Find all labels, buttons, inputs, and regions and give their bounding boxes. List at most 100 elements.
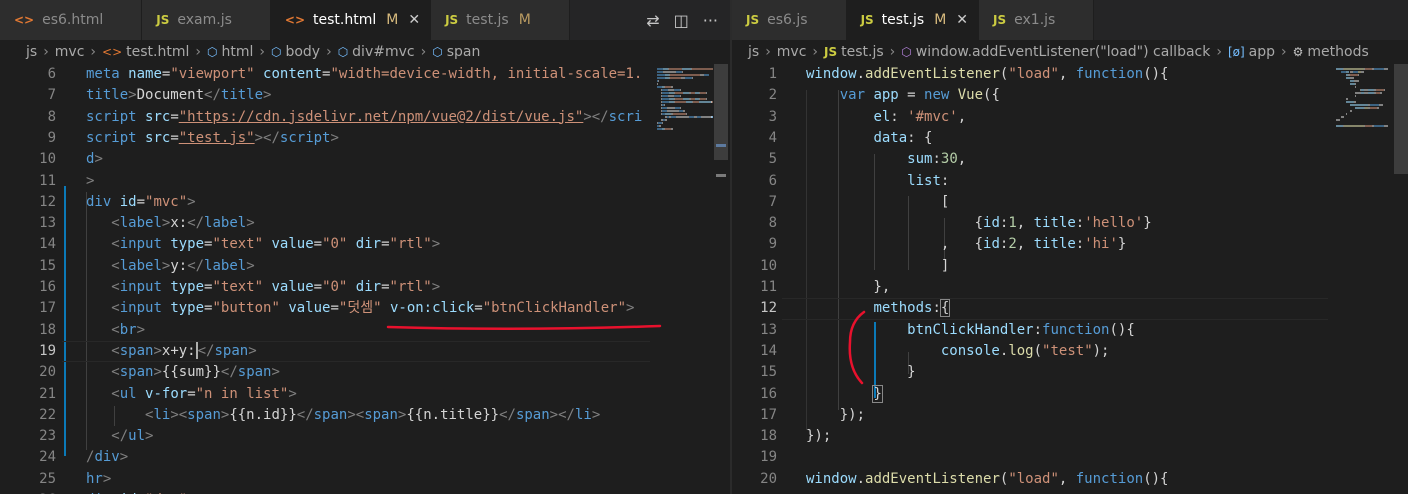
scrollbar-marker <box>716 174 726 177</box>
code-token: input <box>119 279 171 295</box>
code-token: "button" <box>212 300 289 317</box>
code-token: < <box>111 385 120 402</box>
breadcrumb-item[interactable]: ⬡ div#mvc › <box>338 44 433 60</box>
tab-test-html[interactable]: <> test.html M ✕ <box>270 0 432 40</box>
code-token: , { <box>806 236 984 253</box>
code-token: , <box>1058 66 1076 82</box>
line-number: 10 <box>39 151 56 168</box>
breadcrumb-label: span <box>446 44 481 60</box>
code-token: [ <box>806 193 950 210</box>
minimap[interactable] <box>655 64 715 494</box>
close-icon[interactable]: ✕ <box>956 12 968 28</box>
minimap-line <box>706 92 708 94</box>
line-number: 5 <box>768 151 777 168</box>
breadcrumb-item[interactable]: [ø] app › <box>1228 44 1293 60</box>
breadcrumb-item[interactable]: JS test.js › <box>824 44 901 60</box>
tab-exam-js[interactable]: JS exam.js <box>142 0 271 40</box>
code-token: content <box>263 66 323 82</box>
code-line: 1 window.addEventListener("load", functio… <box>732 64 1408 85</box>
tab-label: test.html <box>313 12 377 28</box>
breadcrumb-item[interactable]: ⬡ span <box>432 44 480 60</box>
code-token: Document <box>136 87 205 104</box>
code-text: }, <box>806 277 890 298</box>
minimap[interactable] <box>1334 64 1394 494</box>
minimap-line <box>679 107 681 109</box>
line-number: 2 <box>768 87 777 104</box>
minimap-line <box>1350 110 1352 112</box>
code-text: /div> <box>86 447 128 468</box>
code-token: "test.js" <box>178 129 255 146</box>
code-text: , {id:2, title:'hi'} <box>806 234 1127 255</box>
tab-es6-html[interactable]: <> es6.html <box>0 0 143 40</box>
breadcrumb-item[interactable]: ⬡ html › <box>207 44 271 60</box>
code-token: 'hello' <box>1084 215 1144 232</box>
tab-test-js[interactable]: JS test.js M <box>431 0 570 40</box>
breadcrumb-label: test.html <box>126 44 190 60</box>
minimap-line <box>1350 104 1369 106</box>
code-token: : <box>1075 236 1085 253</box>
tab-test-js[interactable]: JS test.js M ✕ <box>846 0 980 40</box>
code-token: span <box>515 406 550 423</box>
code-token: window <box>806 66 857 82</box>
vertical-scrollbar[interactable] <box>1394 64 1408 494</box>
close-icon[interactable]: ✕ <box>408 12 420 28</box>
breadcrumb-label: js <box>748 44 760 60</box>
tab-ex1-js[interactable]: JS ex1.js <box>979 0 1095 40</box>
code-token: span <box>364 406 398 423</box>
code-editor[interactable]: 1 window.addEventListener("load", functio… <box>732 64 1408 494</box>
breadcrumb-item[interactable]: mvc › <box>777 44 824 60</box>
code-text: hr> <box>86 469 111 490</box>
code-token: </ <box>220 364 238 381</box>
breadcrumb-item[interactable]: ⚙ methods <box>1293 44 1369 60</box>
code-token: label <box>204 257 247 274</box>
minimap-line <box>711 101 713 103</box>
split-editor-icon[interactable]: ◫ <box>674 11 689 30</box>
breadcrumb-item[interactable]: <> test.html › <box>102 44 207 60</box>
minimap-line <box>1336 119 1340 121</box>
code-text: <li><span>{{n.id}}</span><span>{{n.title… <box>86 405 600 426</box>
code-token: = <box>170 108 179 125</box>
code-token: : <box>890 108 908 125</box>
minimap-line <box>1340 116 1345 118</box>
breadcrumb-item[interactable]: js › <box>26 44 55 60</box>
minimap-line <box>1345 101 1354 103</box>
minimap-line <box>1350 77 1354 79</box>
line-number: 11 <box>39 172 56 189</box>
code-token: : <box>940 172 950 189</box>
code-token: addEventListener <box>865 66 1000 82</box>
code-token: label <box>119 257 162 274</box>
code-text: </ul> <box>86 426 153 447</box>
breadcrumb-item[interactable]: js › <box>748 44 777 60</box>
code-token: : <box>1075 215 1085 232</box>
code-editor[interactable]: 6 meta name="viewport" content="width=dev… <box>0 64 730 494</box>
minimap-line <box>659 125 661 127</box>
compare-changes-icon[interactable]: ⇄ <box>646 11 659 30</box>
breadcrumb-item[interactable]: ⬡ window.addEventListener("load") callbac… <box>901 44 1228 60</box>
chevron-right-icon: › <box>889 44 896 60</box>
minimap-line <box>670 74 701 76</box>
vertical-scrollbar[interactable] <box>714 64 728 494</box>
code-token: , <box>957 108 967 125</box>
chevron-right-icon: › <box>1281 44 1287 60</box>
code-token: "text" <box>212 279 272 295</box>
scrollbar-thumb[interactable] <box>1394 64 1408 174</box>
tab-es6-js[interactable]: JS es6.js <box>732 0 847 40</box>
code-token: type <box>170 279 205 295</box>
breadcrumb-item[interactable]: mvc › <box>55 44 102 60</box>
minimap-line <box>1344 68 1364 70</box>
code-line: 13 btnClickHandler:function(){ <box>732 320 1408 341</box>
code-token: window <box>806 470 857 487</box>
code-token: span <box>313 406 348 423</box>
breadcrumb-item[interactable]: ⬡ body › <box>271 44 338 60</box>
more-actions-icon[interactable]: ··· <box>703 11 718 30</box>
line-number: 25 <box>39 470 56 487</box>
breadcrumb-label: html <box>221 44 254 60</box>
minimap-line <box>1345 98 1348 100</box>
minimap-line <box>679 95 681 97</box>
minimap-line <box>1384 68 1388 70</box>
code-line: 6 list: <box>732 171 1408 192</box>
code-token: > <box>330 129 339 146</box>
code-text: }); <box>806 405 865 426</box>
